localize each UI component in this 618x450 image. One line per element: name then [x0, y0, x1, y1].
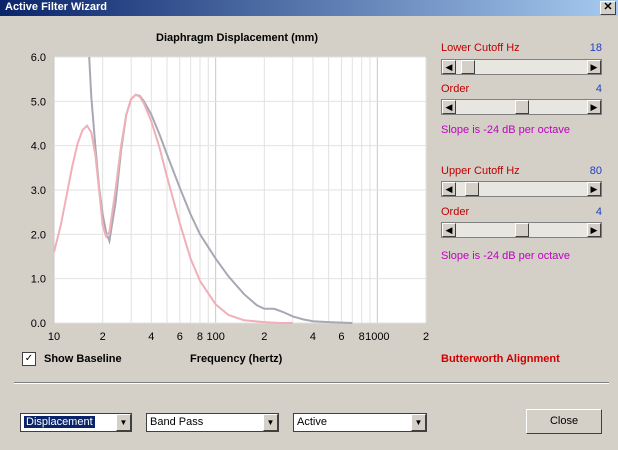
- show-baseline-label[interactable]: Show Baseline: [44, 353, 122, 365]
- y-tick-label: 2.0: [31, 229, 46, 241]
- y-tick-labels: 0.0 1.0 2.0 3.0 4.0 5.0 6.0: [31, 52, 46, 330]
- x-tick-label: 8: [197, 331, 203, 343]
- arrow-left-icon[interactable]: ◀: [442, 223, 456, 237]
- filter-type-value: Band Pass: [150, 416, 204, 428]
- x-axis-label: Frequency (hertz): [190, 353, 283, 365]
- plot-type-select[interactable]: Displacement ▼: [20, 413, 132, 432]
- upper-cutoff-value: 80: [589, 165, 602, 177]
- chevron-down-icon[interactable]: ▼: [116, 414, 131, 431]
- x-tick-label: 8: [359, 331, 365, 343]
- filter-mode-value: Active: [297, 416, 327, 428]
- y-tick-label: 3.0: [31, 185, 46, 197]
- y-tick-label: 0.0: [31, 318, 46, 330]
- upper-order-label: Order: [441, 206, 470, 218]
- plot-type-value: Displacement: [24, 416, 95, 428]
- lower-slope-text: Slope is -24 dB per octave: [441, 124, 571, 136]
- upper-order-slider[interactable]: ◀ ▶: [441, 222, 602, 238]
- y-tick-label: 4.0: [31, 141, 46, 153]
- arrow-right-icon[interactable]: ▶: [587, 60, 601, 74]
- x-tick-label: 4: [310, 331, 316, 343]
- y-tick-label: 6.0: [31, 52, 46, 64]
- lower-order-slider[interactable]: ◀ ▶: [441, 99, 602, 115]
- upper-cutoff-slider[interactable]: ◀ ▶: [441, 181, 602, 197]
- filter-mode-select[interactable]: Active ▼: [293, 413, 427, 432]
- show-baseline-checkbox[interactable]: ✓: [22, 352, 36, 366]
- upper-slope-text: Slope is -24 dB per octave: [441, 250, 571, 262]
- x-tick-label: 2: [423, 331, 429, 343]
- lower-order-label: Order: [441, 83, 470, 95]
- arrow-left-icon[interactable]: ◀: [442, 182, 456, 196]
- slider-thumb[interactable]: [465, 182, 480, 196]
- lower-cutoff-slider[interactable]: ◀ ▶: [441, 59, 602, 75]
- lower-cutoff-value: 18: [589, 42, 602, 54]
- lower-order-value: 4: [595, 83, 602, 95]
- close-button[interactable]: Close: [526, 409, 602, 434]
- slider-thumb[interactable]: [514, 100, 529, 114]
- y-tick-label: 5.0: [31, 96, 46, 108]
- slider-thumb[interactable]: [460, 60, 475, 74]
- x-tick-label: 6: [338, 331, 344, 343]
- chevron-down-icon[interactable]: ▼: [263, 414, 278, 431]
- filter-type-select[interactable]: Band Pass ▼: [146, 413, 279, 432]
- x-tick-label: 1000: [365, 331, 389, 343]
- x-tick-label: 10: [48, 331, 60, 343]
- chevron-down-icon[interactable]: ▼: [411, 414, 426, 431]
- y-tick-label: 1.0: [31, 274, 46, 286]
- arrow-left-icon[interactable]: ◀: [442, 100, 456, 114]
- x-tick-label: 2: [100, 331, 106, 343]
- lower-cutoff-label: Lower Cutoff Hz: [441, 42, 520, 54]
- x-tick-label: 4: [148, 331, 154, 343]
- upper-order-value: 4: [595, 206, 602, 218]
- upper-cutoff-label: Upper Cutoff Hz: [441, 165, 520, 177]
- x-tick-labels: 10 2 4 6 8 100 2 4 6 8 1000 2: [48, 331, 429, 343]
- x-tick-label: 100: [206, 331, 224, 343]
- arrow-right-icon[interactable]: ▶: [587, 223, 601, 237]
- x-tick-label: 2: [261, 331, 267, 343]
- arrow-right-icon[interactable]: ▶: [587, 182, 601, 196]
- alignment-label: Butterworth Alignment: [441, 353, 560, 365]
- slider-thumb[interactable]: [514, 223, 529, 237]
- arrow-left-icon[interactable]: ◀: [442, 60, 456, 74]
- arrow-right-icon[interactable]: ▶: [587, 100, 601, 114]
- separator: [14, 382, 609, 384]
- x-tick-label: 6: [177, 331, 183, 343]
